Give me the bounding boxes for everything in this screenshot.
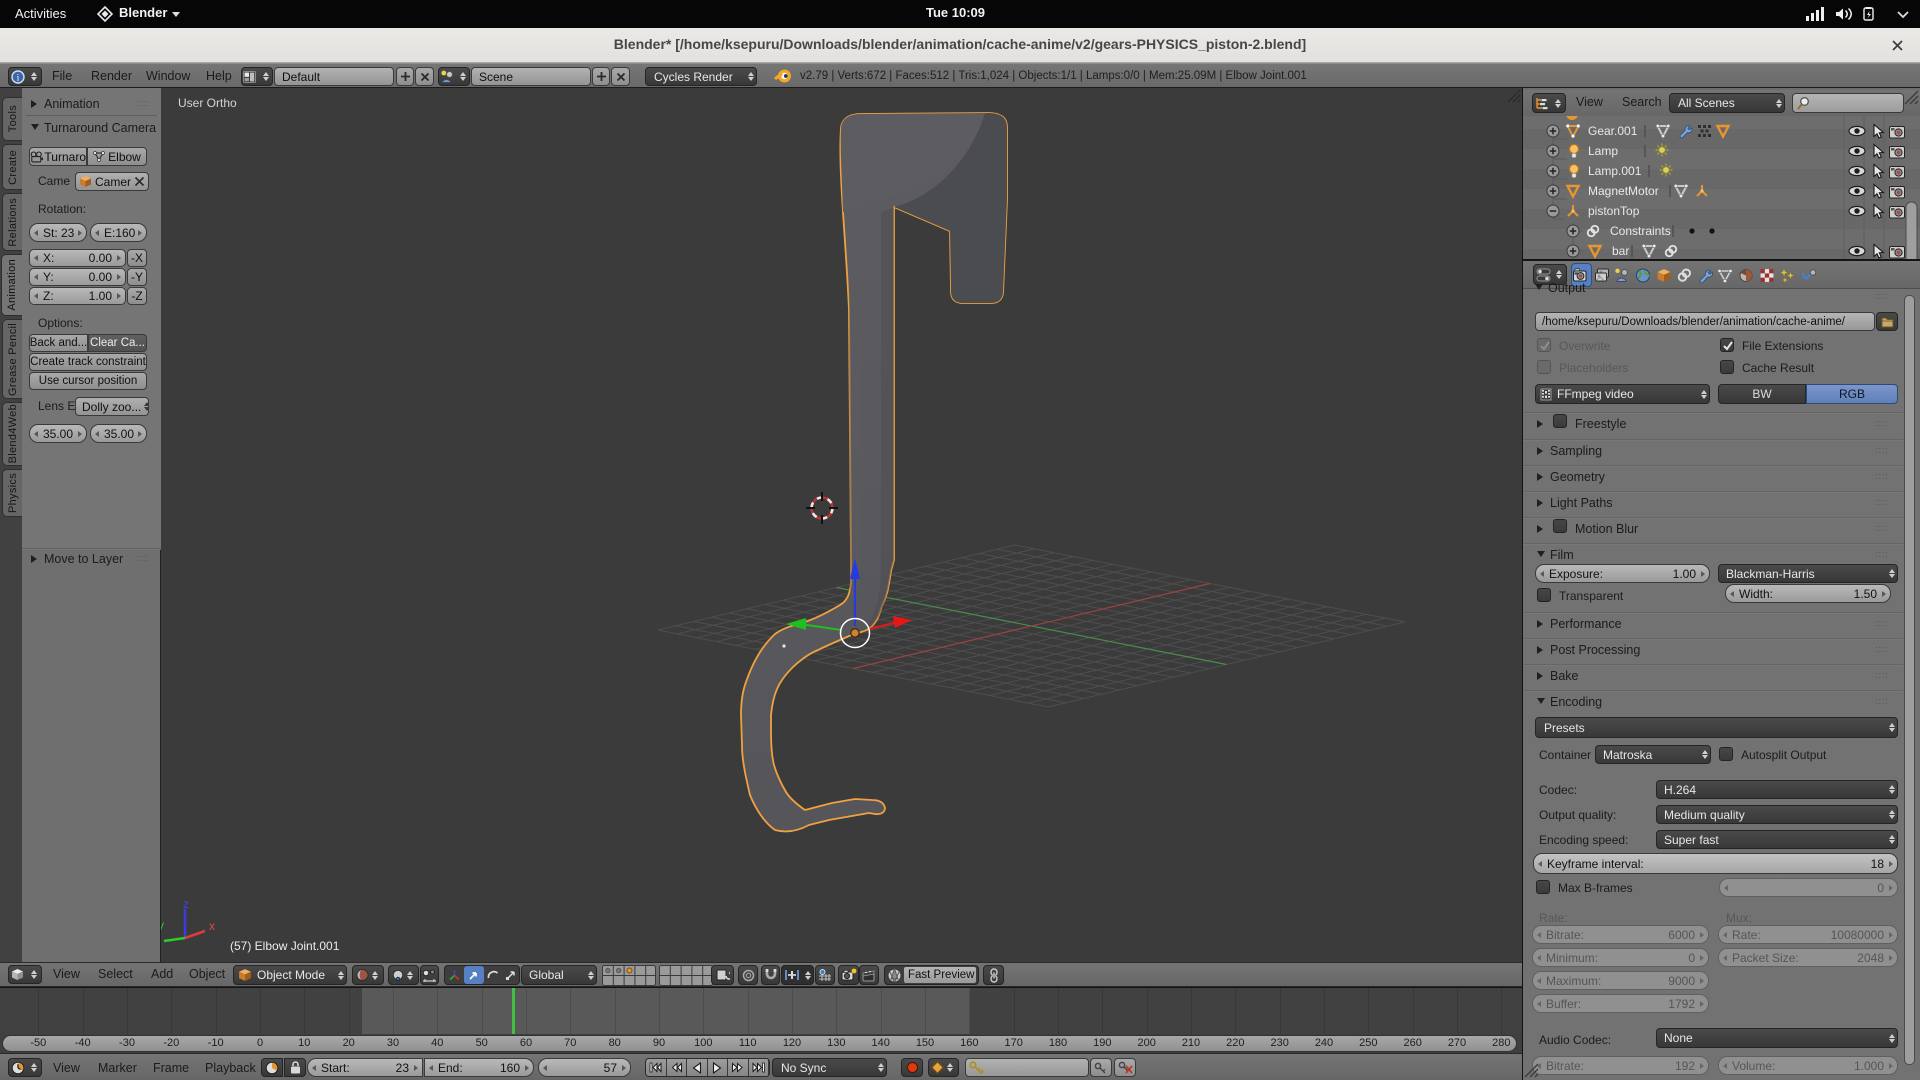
svg-text:Lamp: Lamp <box>1588 144 1618 158</box>
svg-text:z: z <box>183 897 189 911</box>
svg-text:Constraints: Constraints <box>1610 224 1671 238</box>
svg-text:bar: bar <box>1612 244 1629 258</box>
svg-text:pistonTop: pistonTop <box>1588 204 1640 218</box>
svg-text:x: x <box>209 919 215 933</box>
svg-text:Lamp.001: Lamp.001 <box>1588 164 1642 178</box>
svg-text:MagnetMotor: MagnetMotor <box>1588 184 1659 198</box>
svg-text:Gear.001: Gear.001 <box>1588 124 1638 138</box>
svg-text:y: y <box>161 918 164 932</box>
